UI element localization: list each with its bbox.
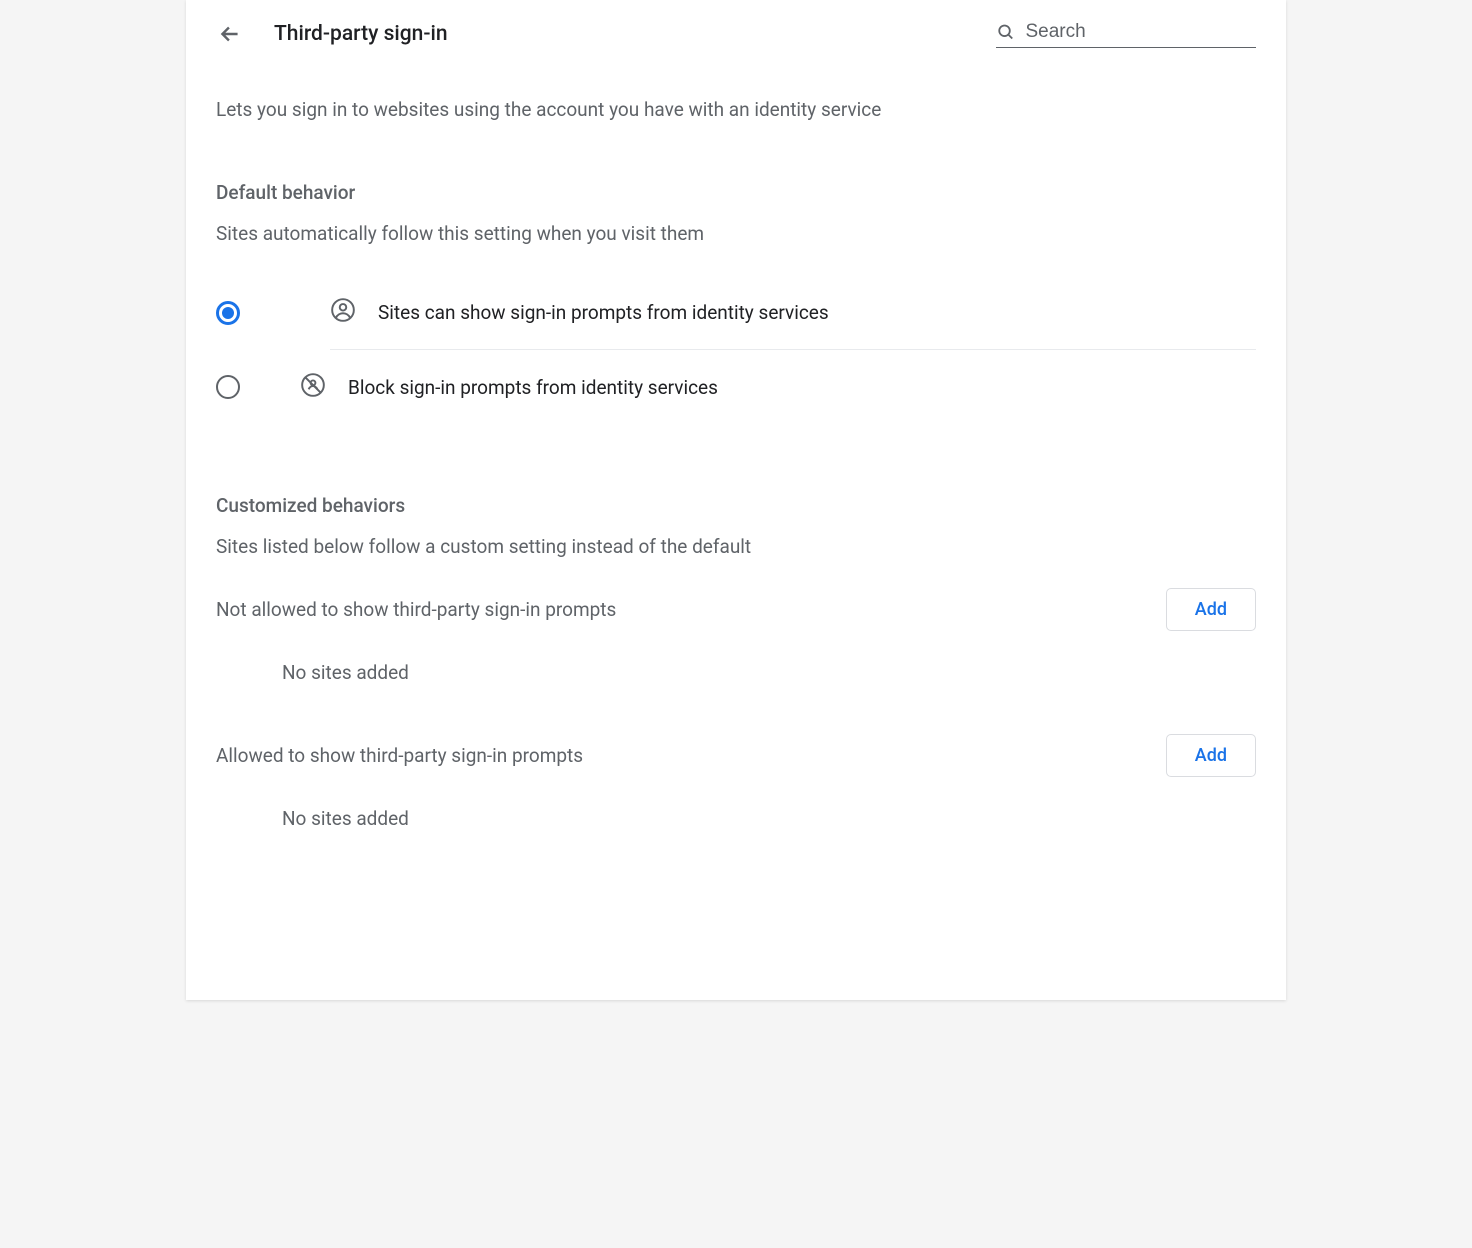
page-title: Third-party sign-in <box>274 22 966 46</box>
page-description: Lets you sign in to websites using the a… <box>216 98 1256 121</box>
header: Third-party sign-in <box>186 0 1286 68</box>
allowed-empty: No sites added <box>216 807 1256 830</box>
content: Lets you sign in to websites using the a… <box>186 68 1286 920</box>
radio-label-block: Block sign-in prompts from identity serv… <box>348 376 718 399</box>
search-input[interactable] <box>1026 21 1257 43</box>
person-icon <box>330 297 356 327</box>
block-icon <box>300 372 326 402</box>
radio-inner-dot <box>222 307 234 319</box>
not-allowed-row: Not allowed to show third-party sign-in … <box>216 588 1256 631</box>
search-container[interactable] <box>996 21 1256 48</box>
customized-behaviors-subtitle: Sites listed below follow a custom setti… <box>216 535 1256 558</box>
default-behavior-title: Default behavior <box>216 181 1256 204</box>
allowed-label: Allowed to show third-party sign-in prom… <box>216 744 583 767</box>
radio-group: Sites can show sign-in prompts from iden… <box>216 275 1256 424</box>
not-allowed-label: Not allowed to show third-party sign-in … <box>216 598 616 621</box>
radio-option-block[interactable]: Block sign-in prompts from identity serv… <box>216 350 1256 424</box>
customized-behaviors-title: Customized behaviors <box>216 494 1256 517</box>
arrow-left-icon <box>217 21 243 47</box>
back-button[interactable] <box>216 20 244 48</box>
add-button-allowed[interactable]: Add <box>1166 734 1256 777</box>
default-behavior-subtitle: Sites automatically follow this setting … <box>216 222 1256 245</box>
not-allowed-section: Not allowed to show third-party sign-in … <box>216 588 1256 684</box>
settings-card: Third-party sign-in Lets you sign in to … <box>186 0 1286 1000</box>
search-icon <box>996 21 1016 43</box>
radio-button-selected[interactable] <box>216 301 240 325</box>
radio-button-unselected[interactable] <box>216 375 240 399</box>
radio-label-allow: Sites can show sign-in prompts from iden… <box>378 301 829 324</box>
not-allowed-empty: No sites added <box>216 661 1256 684</box>
add-button-not-allowed[interactable]: Add <box>1166 588 1256 631</box>
allowed-row: Allowed to show third-party sign-in prom… <box>216 734 1256 777</box>
radio-option-allow[interactable]: Sites can show sign-in prompts from iden… <box>216 275 1256 350</box>
allowed-section: Allowed to show third-party sign-in prom… <box>216 734 1256 830</box>
